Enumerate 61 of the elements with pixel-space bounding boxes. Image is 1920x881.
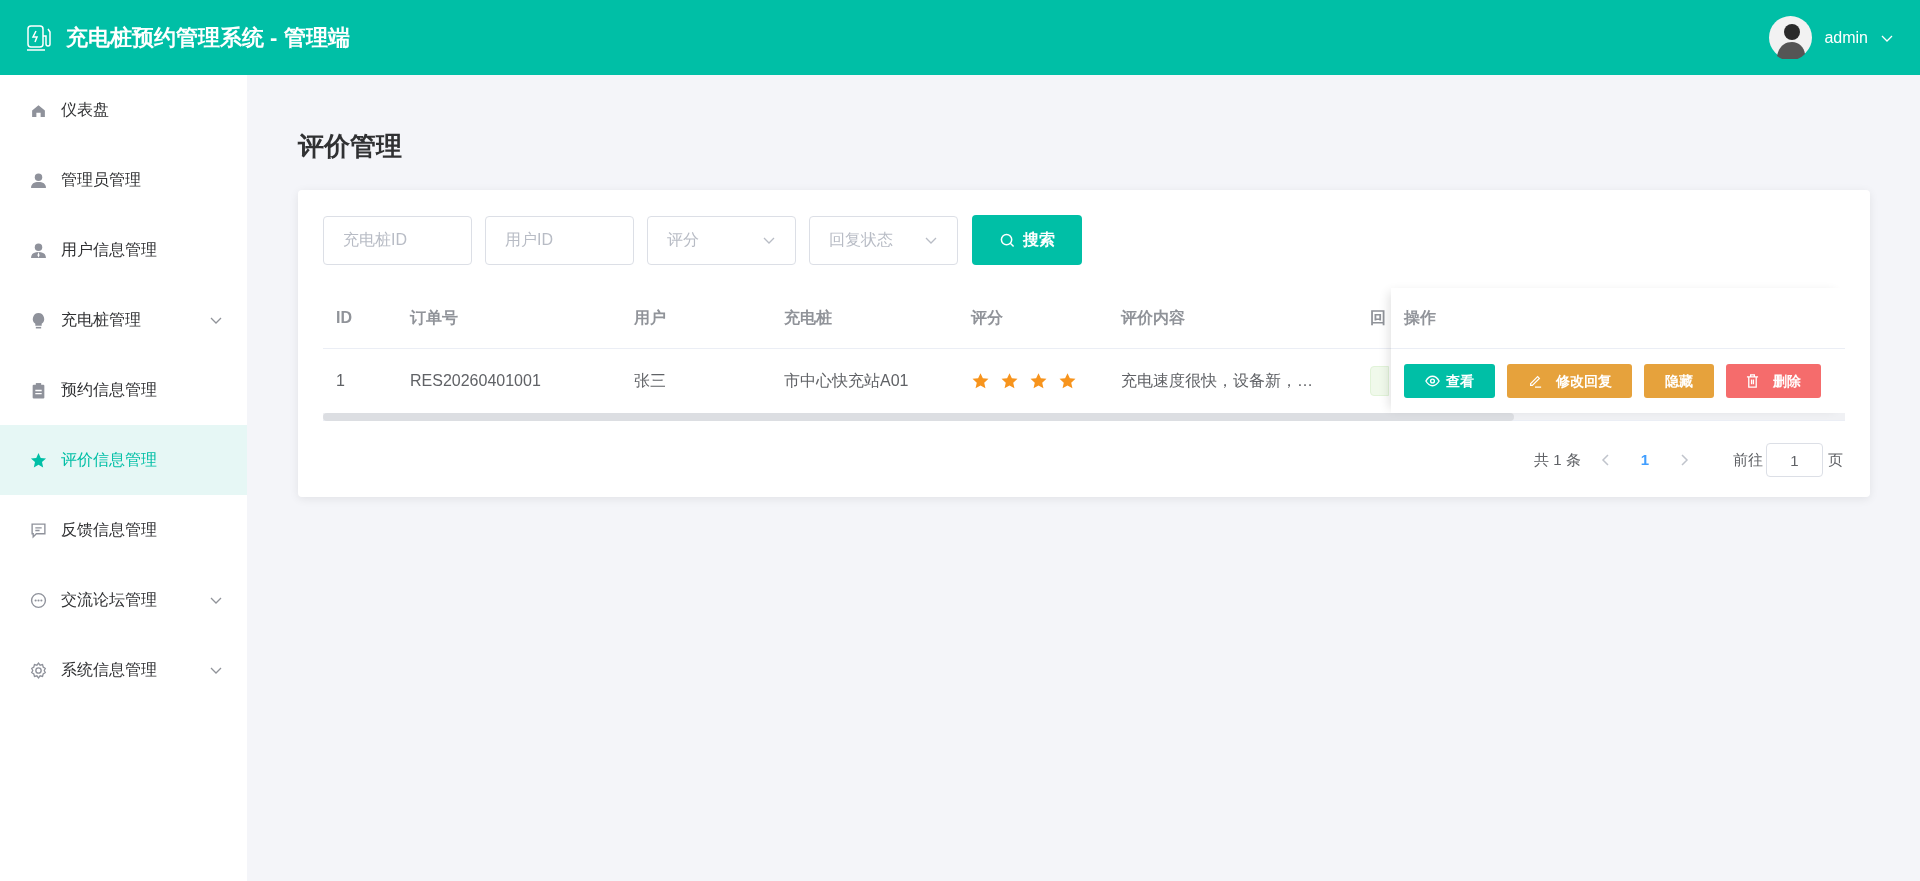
avatar: [1769, 16, 1813, 59]
charging-station-icon: [26, 23, 52, 52]
column-header: 操作: [1404, 308, 1436, 328]
next-page-icon[interactable]: [1679, 453, 1689, 467]
sidebar-item[interactable]: 评价信息管理: [0, 425, 247, 495]
sidebar-item[interactable]: 充电桩管理: [0, 285, 247, 355]
edit-reply-button[interactable]: 修改回复: [1507, 364, 1632, 398]
column-header: 用户: [634, 309, 666, 326]
view-button[interactable]: 查看: [1404, 364, 1495, 398]
search-button[interactable]: 搜索: [972, 215, 1082, 265]
user-icon: [30, 171, 47, 189]
page-suffix: 页: [1828, 449, 1843, 470]
text-field[interactable]: 充电桩ID: [323, 215, 472, 265]
page-title: 评价管理: [298, 130, 403, 163]
scrollbar[interactable]: [323, 413, 1845, 421]
sidebar-item[interactable]: 预约信息管理: [0, 355, 247, 425]
clipboard-icon: [30, 381, 47, 399]
column-header: 订单号: [410, 309, 458, 326]
prev-page-icon[interactable]: [1600, 453, 1611, 467]
app-title: 充电桩预约管理系统 - 管理端: [66, 24, 350, 52]
sidebar-item[interactable]: 系统信息管理: [0, 635, 247, 705]
column-header: 评价内容: [1121, 309, 1185, 326]
select-field[interactable]: 评分: [647, 215, 796, 265]
page-input[interactable]: 1: [1766, 443, 1823, 477]
column-header: 评分: [971, 309, 1003, 326]
user-icon: [30, 241, 47, 259]
status-tag: [1370, 366, 1389, 396]
star-icon: [1058, 372, 1077, 390]
sidebar-item[interactable]: 管理员管理: [0, 145, 247, 215]
sidebar-item[interactable]: 交流论坛管理: [0, 565, 247, 635]
page-number[interactable]: 1: [1640, 448, 1649, 472]
table-cell: RES20260401001: [410, 372, 541, 389]
sidebar-item[interactable]: 仪表盘: [0, 75, 247, 145]
star-icon: [1029, 372, 1048, 390]
select-field[interactable]: 回复状态: [809, 215, 958, 265]
trash-icon: [1746, 374, 1759, 388]
bulb-icon: [30, 311, 47, 329]
chat-icon: [30, 591, 47, 609]
eye-icon: [1425, 375, 1440, 387]
star-icon: [971, 372, 990, 390]
user-menu[interactable]: admin: [1769, 16, 1894, 59]
sidebar-item[interactable]: 反馈信息管理: [0, 495, 247, 565]
sidebar-item[interactable]: 用户信息管理: [0, 215, 247, 285]
gear-icon: [30, 661, 47, 679]
search-icon: [999, 232, 1015, 248]
delete-button[interactable]: 删除: [1726, 364, 1821, 398]
message-icon: [30, 521, 47, 539]
star-icon: [30, 451, 47, 469]
table-cell: 张三: [634, 372, 666, 389]
table-cell: 1: [336, 372, 345, 389]
hide-button[interactable]: 隐藏: [1644, 364, 1714, 398]
pencil-icon: [1527, 374, 1542, 388]
column-header: ID: [336, 309, 352, 326]
column-header: 充电桩: [784, 309, 832, 326]
column-header: 回: [1370, 309, 1386, 326]
total-count: 共 1 条: [1533, 449, 1581, 470]
text-field[interactable]: 用户ID: [485, 215, 634, 265]
goto-label: 前往: [1733, 449, 1763, 470]
table-cell: 市中心快充站A01: [784, 372, 909, 389]
star-icon: [1000, 372, 1019, 390]
table-cell: 充电速度很快，设备新，…: [1121, 372, 1313, 389]
